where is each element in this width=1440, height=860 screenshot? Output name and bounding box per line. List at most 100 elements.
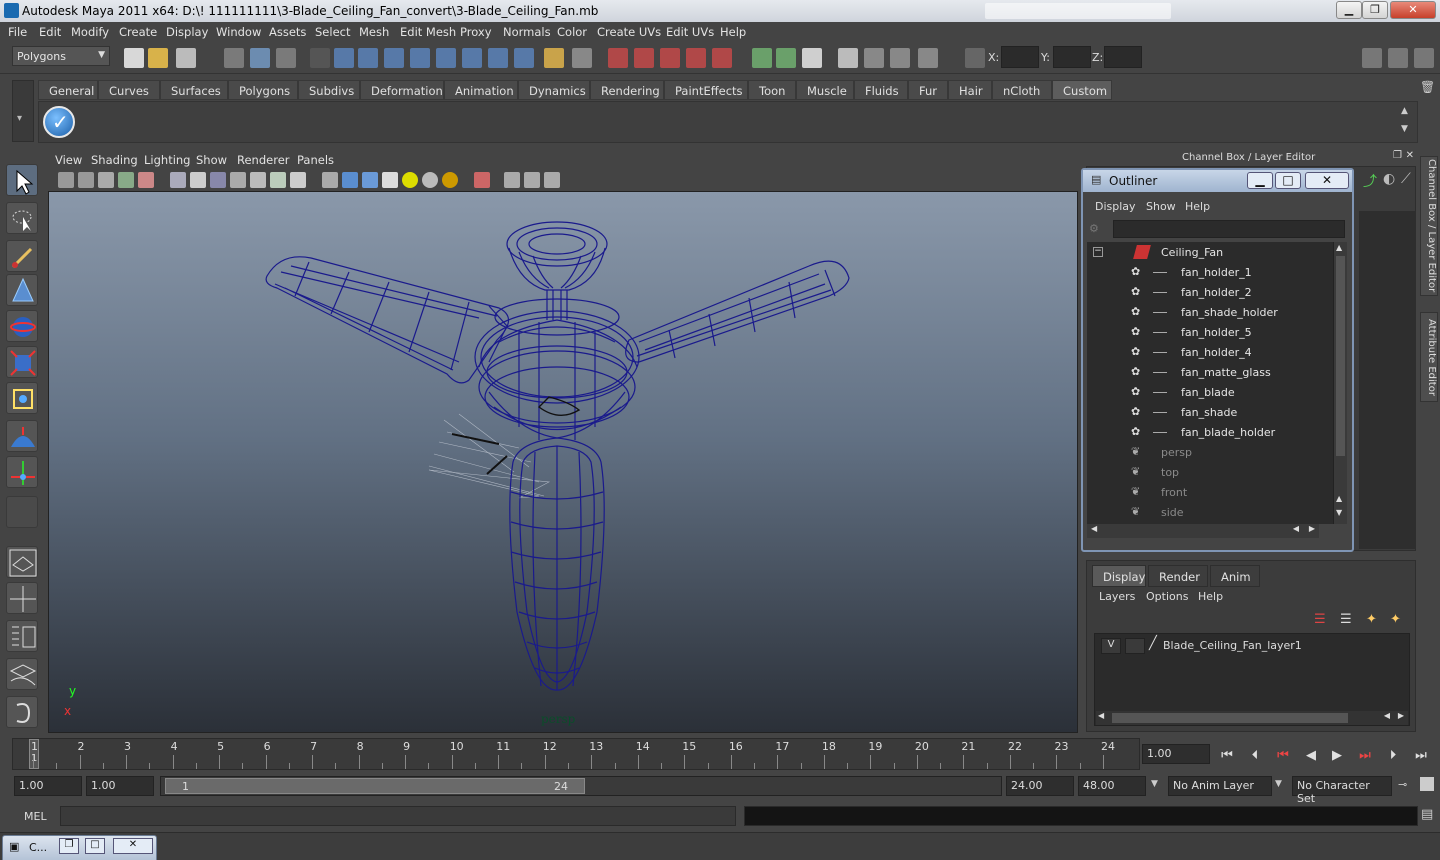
play-backwards-icon[interactable]: ◀	[1300, 747, 1322, 765]
outliner-close-button[interactable]: ✕	[1305, 172, 1349, 189]
shelf-scroll-arrows[interactable]: ▲ ▼	[1401, 106, 1413, 138]
construction-history-icon[interactable]	[802, 48, 822, 68]
render-view-icon[interactable]	[838, 48, 858, 68]
shelf-menu-handle[interactable]: ▾	[12, 80, 34, 142]
menu-assets[interactable]: Assets	[269, 25, 306, 39]
shelf-tab-surfaces[interactable]: Surfaces	[160, 80, 228, 100]
lock-selection-icon[interactable]	[544, 48, 564, 68]
chevron-down-icon[interactable]: ▼	[1275, 779, 1282, 789]
new-scene-icon[interactable]	[124, 48, 144, 68]
outliner-row[interactable]: ✿ fan_holder_5	[1087, 324, 1333, 344]
resolution-gate-icon[interactable]	[210, 172, 226, 188]
viewport-menu-panels[interactable]: Panels	[297, 153, 334, 167]
outliner-filter-icon[interactable]: ⚙	[1089, 222, 1105, 238]
wireframe-icon[interactable]	[322, 172, 338, 188]
channel-box-float-icon[interactable]: ❐	[1393, 150, 1402, 161]
outliner-row[interactable]: ✿ fan_blade	[1087, 384, 1333, 404]
scroll-left-icon[interactable]: ◀	[1098, 711, 1104, 720]
select-handles-icon[interactable]	[334, 48, 354, 68]
bookmarks-icon[interactable]	[98, 172, 114, 188]
show-manipulator-icon[interactable]	[6, 382, 38, 414]
scale-tool-icon[interactable]	[6, 346, 38, 378]
scroll-up-icon[interactable]: ▲	[1336, 243, 1342, 252]
outliner-layout-icon[interactable]	[6, 620, 38, 652]
layer-color-swatch-icon[interactable]: ╱	[1149, 636, 1157, 651]
layer-menu-layers[interactable]: Layers	[1099, 590, 1135, 603]
anim-preferences-icon[interactable]	[1420, 777, 1434, 791]
step-back-key-icon[interactable]: ⏮	[1272, 747, 1294, 765]
maximize-button[interactable]: ❐	[1362, 1, 1388, 19]
make-live-icon[interactable]	[712, 48, 732, 68]
scroll-left-icon[interactable]: ◀	[1091, 524, 1097, 533]
outliner-vertical-scrollbar[interactable]: ▲ ▲ ▼	[1333, 242, 1347, 524]
range-slider-handle[interactable]: 1 24	[165, 778, 585, 794]
shelf-tab-rendering[interactable]: Rendering	[590, 80, 664, 100]
soft-modification-icon[interactable]	[6, 420, 38, 452]
mode-menu-dropdown[interactable]: Polygons ▼	[12, 46, 110, 66]
shelf-tab-deformation[interactable]: Deformation	[360, 80, 444, 100]
select-camera-icon[interactable]	[58, 172, 74, 188]
current-time-field[interactable]: 1.00	[1142, 744, 1210, 764]
menu-modify[interactable]: Modify	[71, 25, 109, 39]
move-layer-up-icon[interactable]: ☰	[1314, 612, 1332, 628]
hypershade-layout-icon[interactable]	[6, 696, 38, 728]
shelf-tab-fluids[interactable]: Fluids	[854, 80, 908, 100]
menu-create[interactable]: Create	[119, 25, 157, 39]
key-icon[interactable]: ⊸	[1398, 778, 1407, 791]
scroll-thumb[interactable]	[1336, 256, 1345, 456]
default-lighting-icon[interactable]	[402, 172, 418, 188]
layer-horizontal-scrollbar[interactable]: ◀ ◀ ▶	[1096, 711, 1408, 725]
playback-start-field[interactable]: 1.00	[86, 776, 154, 796]
menu-create-uvs[interactable]: Create UVs	[597, 25, 661, 39]
shelf-scroll-down-icon[interactable]: ▼	[1401, 124, 1408, 134]
layer-tab-render[interactable]: Render	[1148, 565, 1208, 587]
menu-edit-mesh[interactable]: Edit Mesh	[400, 25, 456, 39]
outliner-search-input[interactable]	[1113, 220, 1345, 238]
transform-mode-icon[interactable]	[965, 48, 985, 68]
layer-type-toggle[interactable]	[1125, 638, 1145, 654]
outliner-row[interactable]: ✿ fan_holder_2	[1087, 284, 1333, 304]
shelf-tab-ncloth[interactable]: nCloth	[992, 80, 1052, 100]
viewport-menu-lighting[interactable]: Lighting	[144, 153, 190, 167]
step-back-frame-icon[interactable]: ⏴	[1244, 747, 1266, 765]
menu-file[interactable]: File	[8, 25, 27, 39]
single-pane-layout-icon[interactable]	[6, 546, 38, 578]
field-chart-icon[interactable]	[250, 172, 266, 188]
menu-window[interactable]: Window	[216, 25, 261, 39]
viewport-menu-renderer[interactable]: Renderer	[237, 153, 290, 167]
rotate-tool-icon[interactable]	[6, 310, 38, 342]
wireframe-on-shaded-icon[interactable]	[362, 172, 378, 188]
shelf-scroll-up-icon[interactable]: ▲	[1401, 106, 1408, 116]
menu-select[interactable]: Select	[315, 25, 350, 39]
outliner-menu-help[interactable]: Help	[1185, 200, 1210, 213]
shelf-tab-painteffects[interactable]: PaintEffects	[664, 80, 748, 100]
select-deformers-icon[interactable]	[436, 48, 456, 68]
play-forwards-icon[interactable]: ▶	[1326, 747, 1348, 765]
mask-menu-icon[interactable]	[310, 48, 330, 68]
outliner-row-camera[interactable]: ❦ top	[1087, 464, 1333, 484]
outliner-horizontal-scrollbar[interactable]: ◀ ◀ ▶	[1087, 524, 1319, 538]
image-plane-icon[interactable]	[118, 172, 134, 188]
anim-layer-dropdown[interactable]: No Anim Layer	[1168, 776, 1272, 796]
go-to-end-icon[interactable]: ⏭	[1410, 747, 1432, 765]
layer-tab-display[interactable]: Display	[1092, 565, 1146, 587]
outliner-row[interactable]: ✿ fan_matte_glass	[1087, 364, 1333, 384]
menu-normals[interactable]: Normals	[503, 25, 551, 39]
layer-tab-anim[interactable]: Anim	[1210, 565, 1260, 587]
side-tab-channel-box[interactable]: Channel Box / Layer Editor	[1420, 156, 1438, 296]
2d-pan-zoom-icon[interactable]	[138, 172, 154, 188]
new-layer-from-selected-icon[interactable]: ✦	[1390, 612, 1408, 628]
shelf-tab-animation[interactable]: Animation	[444, 80, 518, 100]
select-curves-icon[interactable]	[384, 48, 404, 68]
viewport-menu-show[interactable]: Show	[196, 153, 227, 167]
channel-box-icon[interactable]: ⤴	[1363, 171, 1377, 191]
move-tool-icon[interactable]	[6, 456, 38, 488]
save-scene-icon[interactable]	[176, 48, 196, 68]
outliner-row[interactable]: ✿ fan_holder_4	[1087, 344, 1333, 364]
ipr-render-icon[interactable]	[890, 48, 910, 68]
z-field[interactable]	[1104, 46, 1142, 68]
menu-edit-uvs[interactable]: Edit UVs	[666, 25, 714, 39]
select-component-icon[interactable]	[276, 48, 296, 68]
attribute-icon[interactable]: ⟋	[1401, 171, 1411, 187]
snap-view-plane-icon[interactable]	[686, 48, 706, 68]
